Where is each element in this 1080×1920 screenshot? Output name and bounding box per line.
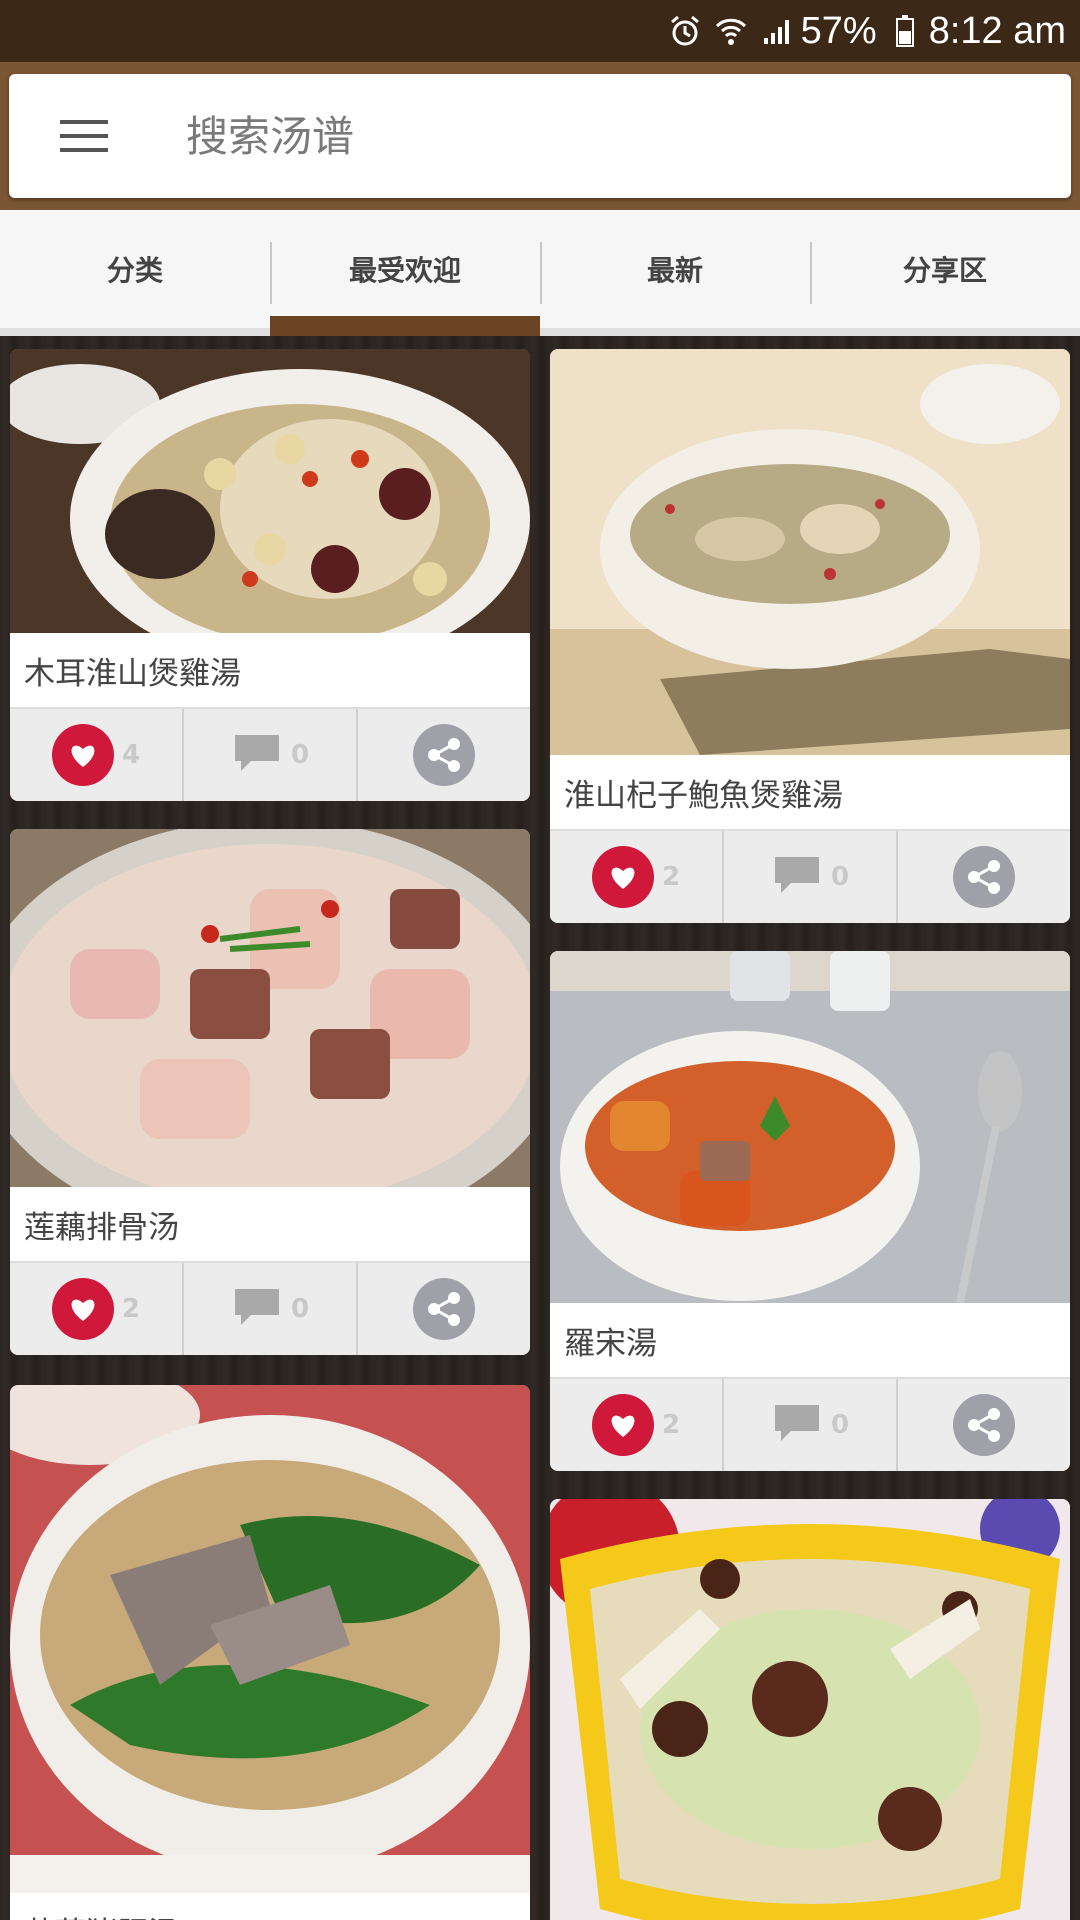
share-icon[interactable] [413, 1278, 475, 1340]
share-action[interactable] [896, 1379, 1070, 1471]
recipe-photo[interactable] [10, 829, 530, 1187]
heart-icon[interactable] [591, 846, 654, 908]
recipe-photo[interactable] [10, 349, 530, 633]
like-count: 2 [661, 862, 681, 892]
recipe-card[interactable]: 菠菜猪肝汤 [10, 1385, 530, 1920]
status-bar: 57% 8:12 am [0, 0, 1080, 62]
comment-action[interactable]: 0 [182, 709, 356, 801]
heart-icon[interactable] [51, 724, 114, 786]
comment-icon[interactable] [231, 731, 283, 779]
like-action[interactable]: 2 [550, 831, 722, 923]
app-header [0, 62, 1080, 210]
like-action[interactable]: 2 [550, 1379, 722, 1471]
recipe-title[interactable]: 淮山杞子鮑魚煲雞湯 [550, 755, 1070, 831]
recipe-title[interactable]: 木耳淮山煲雞湯 [10, 633, 530, 709]
comment-action[interactable]: 0 [722, 1379, 896, 1471]
alarm-icon [667, 13, 703, 49]
share-action[interactable] [356, 709, 530, 801]
comment-icon[interactable] [771, 1401, 823, 1449]
battery-icon [887, 13, 923, 49]
share-icon[interactable] [953, 846, 1015, 908]
comment-action[interactable]: 0 [182, 1263, 356, 1355]
recipe-title[interactable]: 菠菜猪肝汤 [10, 1893, 530, 1920]
tab-bar: 分类 最受欢迎 最新 分享区 [0, 210, 1080, 336]
menu-icon[interactable] [54, 106, 114, 166]
share-icon[interactable] [953, 1394, 1015, 1456]
battery-percent: 57% [800, 9, 877, 52]
search-bar [9, 74, 1071, 198]
tab-newest[interactable]: 最新 [540, 210, 810, 328]
recipe-actions: 2 0 [10, 1263, 530, 1355]
recipe-photo[interactable] [550, 349, 1070, 755]
recipe-title[interactable]: 羅宋湯 [550, 1303, 1070, 1379]
recipe-card[interactable]: 木耳淮山煲雞湯 4 0 [10, 349, 530, 801]
like-count: 2 [661, 1410, 681, 1440]
comment-count: 0 [290, 740, 310, 770]
like-count: 2 [121, 1294, 141, 1324]
signal-icon [759, 13, 795, 49]
recipe-actions: 2 0 [550, 1379, 1070, 1471]
recipe-actions: 2 0 [550, 831, 1070, 923]
recipe-card[interactable]: 淮山杞子鮑魚煲雞湯 2 0 [550, 349, 1070, 923]
comment-count: 0 [830, 1410, 850, 1440]
recipe-photo[interactable] [10, 1385, 530, 1893]
clock: 8:12 am [928, 9, 1066, 52]
share-icon[interactable] [413, 724, 475, 786]
tab-categories[interactable]: 分类 [0, 210, 270, 328]
recipe-card[interactable]: 莲藕排骨汤 2 0 [10, 829, 530, 1355]
comment-icon[interactable] [771, 853, 823, 901]
recipe-card[interactable] [550, 1499, 1070, 1920]
search-input[interactable] [184, 110, 988, 162]
comment-action[interactable]: 0 [722, 831, 896, 923]
recipe-actions: 4 0 [10, 709, 530, 801]
comment-icon[interactable] [231, 1285, 283, 1333]
comment-count: 0 [290, 1294, 310, 1324]
wifi-icon [713, 13, 749, 49]
recipe-card[interactable]: 羅宋湯 2 0 [550, 951, 1070, 1471]
comment-count: 0 [830, 862, 850, 892]
like-count: 4 [121, 740, 141, 770]
like-action[interactable]: 2 [10, 1263, 182, 1355]
share-action[interactable] [356, 1263, 530, 1355]
recipe-feed[interactable]: 木耳淮山煲雞湯 4 0 淮山杞子鮑魚煲雞湯 2 0 莲藕排骨汤 2 0 羅宋湯 … [0, 336, 1080, 1920]
share-action[interactable] [896, 831, 1070, 923]
heart-icon[interactable] [591, 1394, 654, 1456]
recipe-title[interactable]: 莲藕排骨汤 [10, 1187, 530, 1263]
recipe-photo[interactable] [550, 1499, 1070, 1920]
tab-most-popular[interactable]: 最受欢迎 [270, 210, 540, 336]
recipe-photo[interactable] [550, 951, 1070, 1303]
heart-icon[interactable] [51, 1278, 114, 1340]
tab-share-zone[interactable]: 分享区 [810, 210, 1080, 328]
like-action[interactable]: 4 [10, 709, 182, 801]
